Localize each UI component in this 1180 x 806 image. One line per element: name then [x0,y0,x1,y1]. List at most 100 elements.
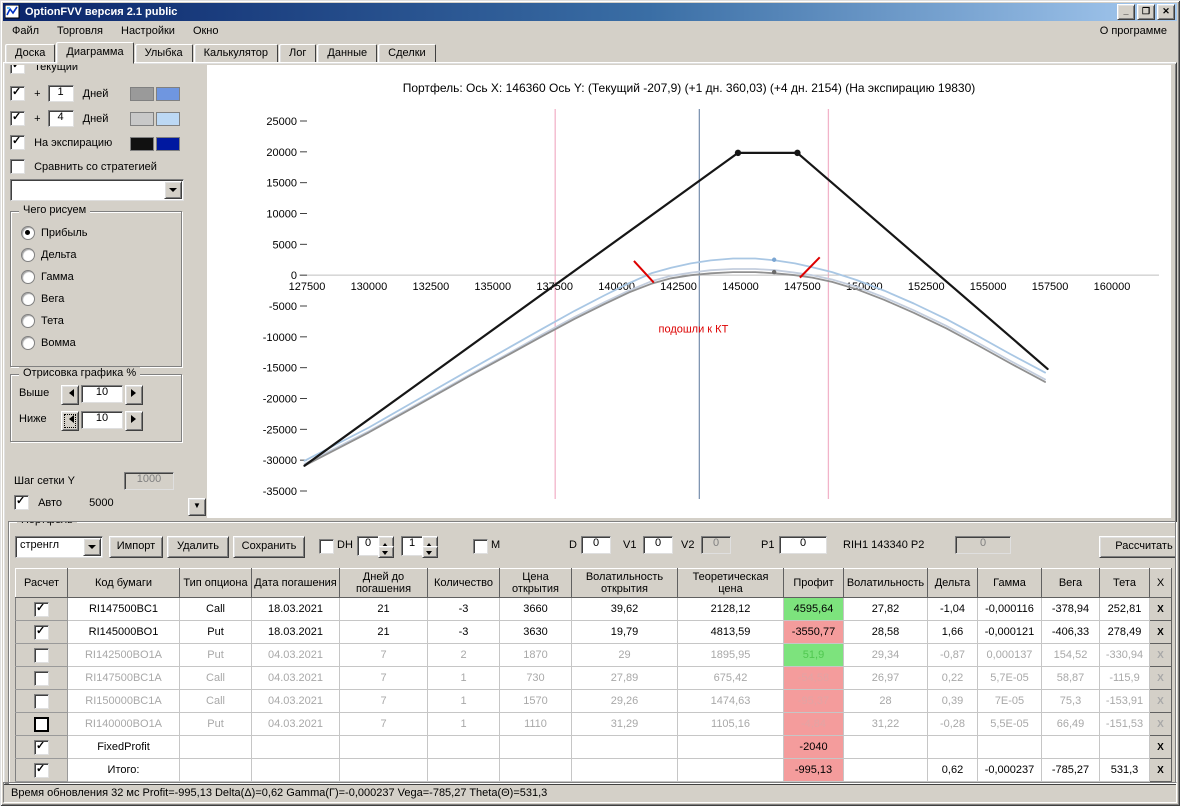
grid-step-input[interactable]: 1000 [124,472,174,490]
expiry-label: На экспирацию [34,136,113,149]
draw-option-label[interactable]: Дельта [41,249,77,261]
table-cell: 3660 [499,597,572,621]
expiry-checkbox[interactable]: ✓ [10,135,25,150]
tab[interactable]: Улыбка [134,44,193,63]
import-button[interactable]: Импорт [109,536,163,558]
scroll-down-button[interactable]: ▼ [188,498,206,516]
menu-item[interactable]: Окно [184,23,228,39]
draw-option-label[interactable]: Вега [41,293,64,305]
tab[interactable]: Диаграмма [56,42,134,64]
row-calc-checkbox[interactable]: ✓ [34,670,49,686]
chevron-down-icon[interactable] [164,181,182,199]
above-increase-button[interactable] [125,385,143,405]
chevron-down-icon[interactable] [83,538,101,556]
calculate-button[interactable]: Рассчитать [1099,536,1175,558]
menu-about[interactable]: О программе [1090,23,1177,39]
table-cell: 278,49 [1099,620,1150,644]
above-value-input[interactable]: 10 [81,385,123,403]
dh-checkbox[interactable]: ✓ [319,539,334,554]
d-input[interactable]: 0 [581,536,611,554]
table-row: ✓ Итого: -995,13 0,62 -0,000237 -785,27 531,3 X [15,758,1172,782]
tab[interactable]: Лог [279,44,317,63]
tab-strip: Доска Диаграмма Улыбка Калькулятор Лог Данные… [5,42,1177,64]
row-calc-checkbox[interactable]: ✓ [34,762,49,778]
auto-checkbox[interactable]: ✓ [14,495,29,510]
delete-row-button[interactable]: X [1149,666,1172,690]
dh-spin2-updown[interactable] [422,536,438,558]
maximize-button[interactable]: ❐ [1137,4,1155,20]
window-title: OptionFVV версия 2.1 public [25,6,178,18]
strategy-compare-select[interactable] [10,179,184,201]
row-calc-checkbox[interactable]: ✓ [34,716,49,732]
dh-spin1-updown[interactable] [378,536,394,558]
delete-row-button[interactable]: X [1149,735,1172,759]
radio-icon[interactable] [21,226,35,240]
calc-cell: ✓ [15,758,68,782]
below-decrease-button[interactable] [61,411,79,431]
radio-icon[interactable] [21,270,35,284]
plus4-days-input[interactable]: 4 [47,110,74,127]
svg-text:160000: 160000 [1094,281,1131,293]
menu-item[interactable]: Файл [3,23,48,39]
radio-icon[interactable] [21,314,35,328]
column-header: Код бумаги [67,568,180,598]
column-header: Расчет [15,568,68,598]
row-calc-checkbox[interactable]: ✓ [34,624,49,640]
tab[interactable]: Калькулятор [193,44,279,63]
delete-row-button[interactable]: X [1149,620,1172,644]
dh-label: DH [337,539,353,551]
below-increase-button[interactable] [125,411,143,431]
table-row: ✓ RI147500BC1ACall04.03.20217173027,89675… [15,666,1172,690]
column-header: Тип опциона [179,568,252,598]
dh-spin2-input[interactable]: 1 [401,536,423,556]
tab-page: ✓ Текущий ✓ + 1 Дней ✓ + 4 Дней ✓ На экс… [3,62,1177,785]
compare-checkbox[interactable]: ✓ [10,159,25,174]
down-arrow-icon[interactable] [378,546,394,558]
row-calc-checkbox[interactable]: ✓ [34,601,49,617]
column-header: Волатильность открытия [571,568,678,598]
plus4-checkbox[interactable]: ✓ [10,111,25,126]
p2-input[interactable]: 0 [955,536,1011,554]
strategy-select[interactable]: стренгл [15,536,103,558]
p1-input[interactable]: 0 [779,536,827,554]
delete-row-button[interactable]: X [1149,689,1172,713]
draw-option-label[interactable]: Гамма [41,271,74,283]
delete-row-button[interactable]: X [1149,712,1172,736]
row-calc-checkbox[interactable]: ✓ [34,693,49,709]
v2-input[interactable]: 0 [701,536,731,554]
delete-button[interactable]: Удалить [167,536,229,558]
radio-icon[interactable] [21,336,35,350]
down-arrow-icon[interactable] [422,546,438,558]
plus1-checkbox[interactable]: ✓ [10,86,25,101]
save-button[interactable]: Сохранить [233,536,305,558]
draw-option-label[interactable]: Вомма [41,337,76,349]
row-calc-checkbox[interactable]: ✓ [34,739,49,755]
dh-spin1-input[interactable]: 0 [357,536,379,556]
below-label: Ниже [19,413,47,425]
row-calc-checkbox[interactable]: ✓ [34,647,49,663]
table-row: ✓ RI150000BC1ACall04.03.202171157029,2614… [15,689,1172,713]
table-cell: Put [179,643,252,667]
table-cell: 29,26 [571,689,678,713]
current-checkbox[interactable]: ✓ [10,65,25,74]
below-value-input[interactable]: 10 [81,411,123,429]
above-decrease-button[interactable] [61,385,79,405]
tab[interactable]: Доска [5,44,56,63]
menu-item[interactable]: Настройки [112,23,184,39]
m-checkbox[interactable]: ✓ [473,539,488,554]
plus1-days-input[interactable]: 1 [47,85,74,102]
delete-row-button[interactable]: X [1149,643,1172,667]
close-button[interactable]: ✕ [1157,4,1175,20]
radio-icon[interactable] [21,248,35,262]
minimize-button[interactable]: _ [1117,4,1135,20]
v1-input[interactable]: 0 [643,536,673,554]
draw-option-label[interactable]: Прибыль [41,227,88,239]
delete-row-button[interactable]: X [1149,597,1172,621]
tab[interactable]: Данные [317,44,378,63]
delete-row-button[interactable]: X [1149,758,1172,782]
table-cell: -0,000237 [977,758,1042,782]
tab[interactable]: Сделки [378,44,436,63]
radio-icon[interactable] [21,292,35,306]
menu-item[interactable]: Торговля [48,23,112,39]
draw-option-label[interactable]: Тета [41,315,64,327]
